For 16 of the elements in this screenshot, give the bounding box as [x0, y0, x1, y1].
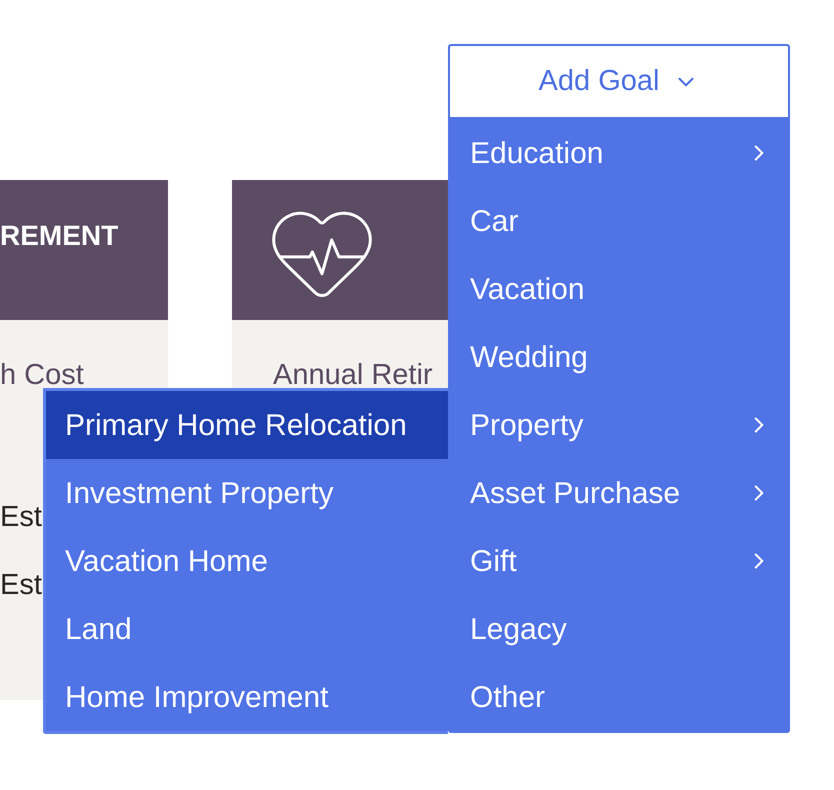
menu-item[interactable]: Legacy	[448, 595, 790, 663]
card-title: REMENT	[0, 220, 118, 252]
menu-item[interactable]: Wedding	[448, 323, 790, 391]
submenu-item[interactable]: Primary Home Relocation	[46, 391, 448, 459]
menu-item[interactable]: Gift	[448, 527, 790, 595]
menu-item[interactable]: Vacation	[448, 255, 790, 323]
menu-item[interactable]: Education	[448, 119, 790, 187]
field-value: Est	[0, 570, 42, 600]
menu-item[interactable]: Other	[448, 663, 790, 731]
menu-item[interactable]: Property	[448, 391, 790, 459]
menu-item[interactable]: Car	[448, 187, 790, 255]
field-value: Est	[0, 502, 42, 532]
add-goal-button[interactable]: Add Goal	[448, 44, 790, 119]
field-label: Annual Retir	[273, 360, 433, 390]
field-label: h Cost	[0, 360, 84, 390]
menu-item[interactable]: Asset Purchase	[448, 459, 790, 527]
